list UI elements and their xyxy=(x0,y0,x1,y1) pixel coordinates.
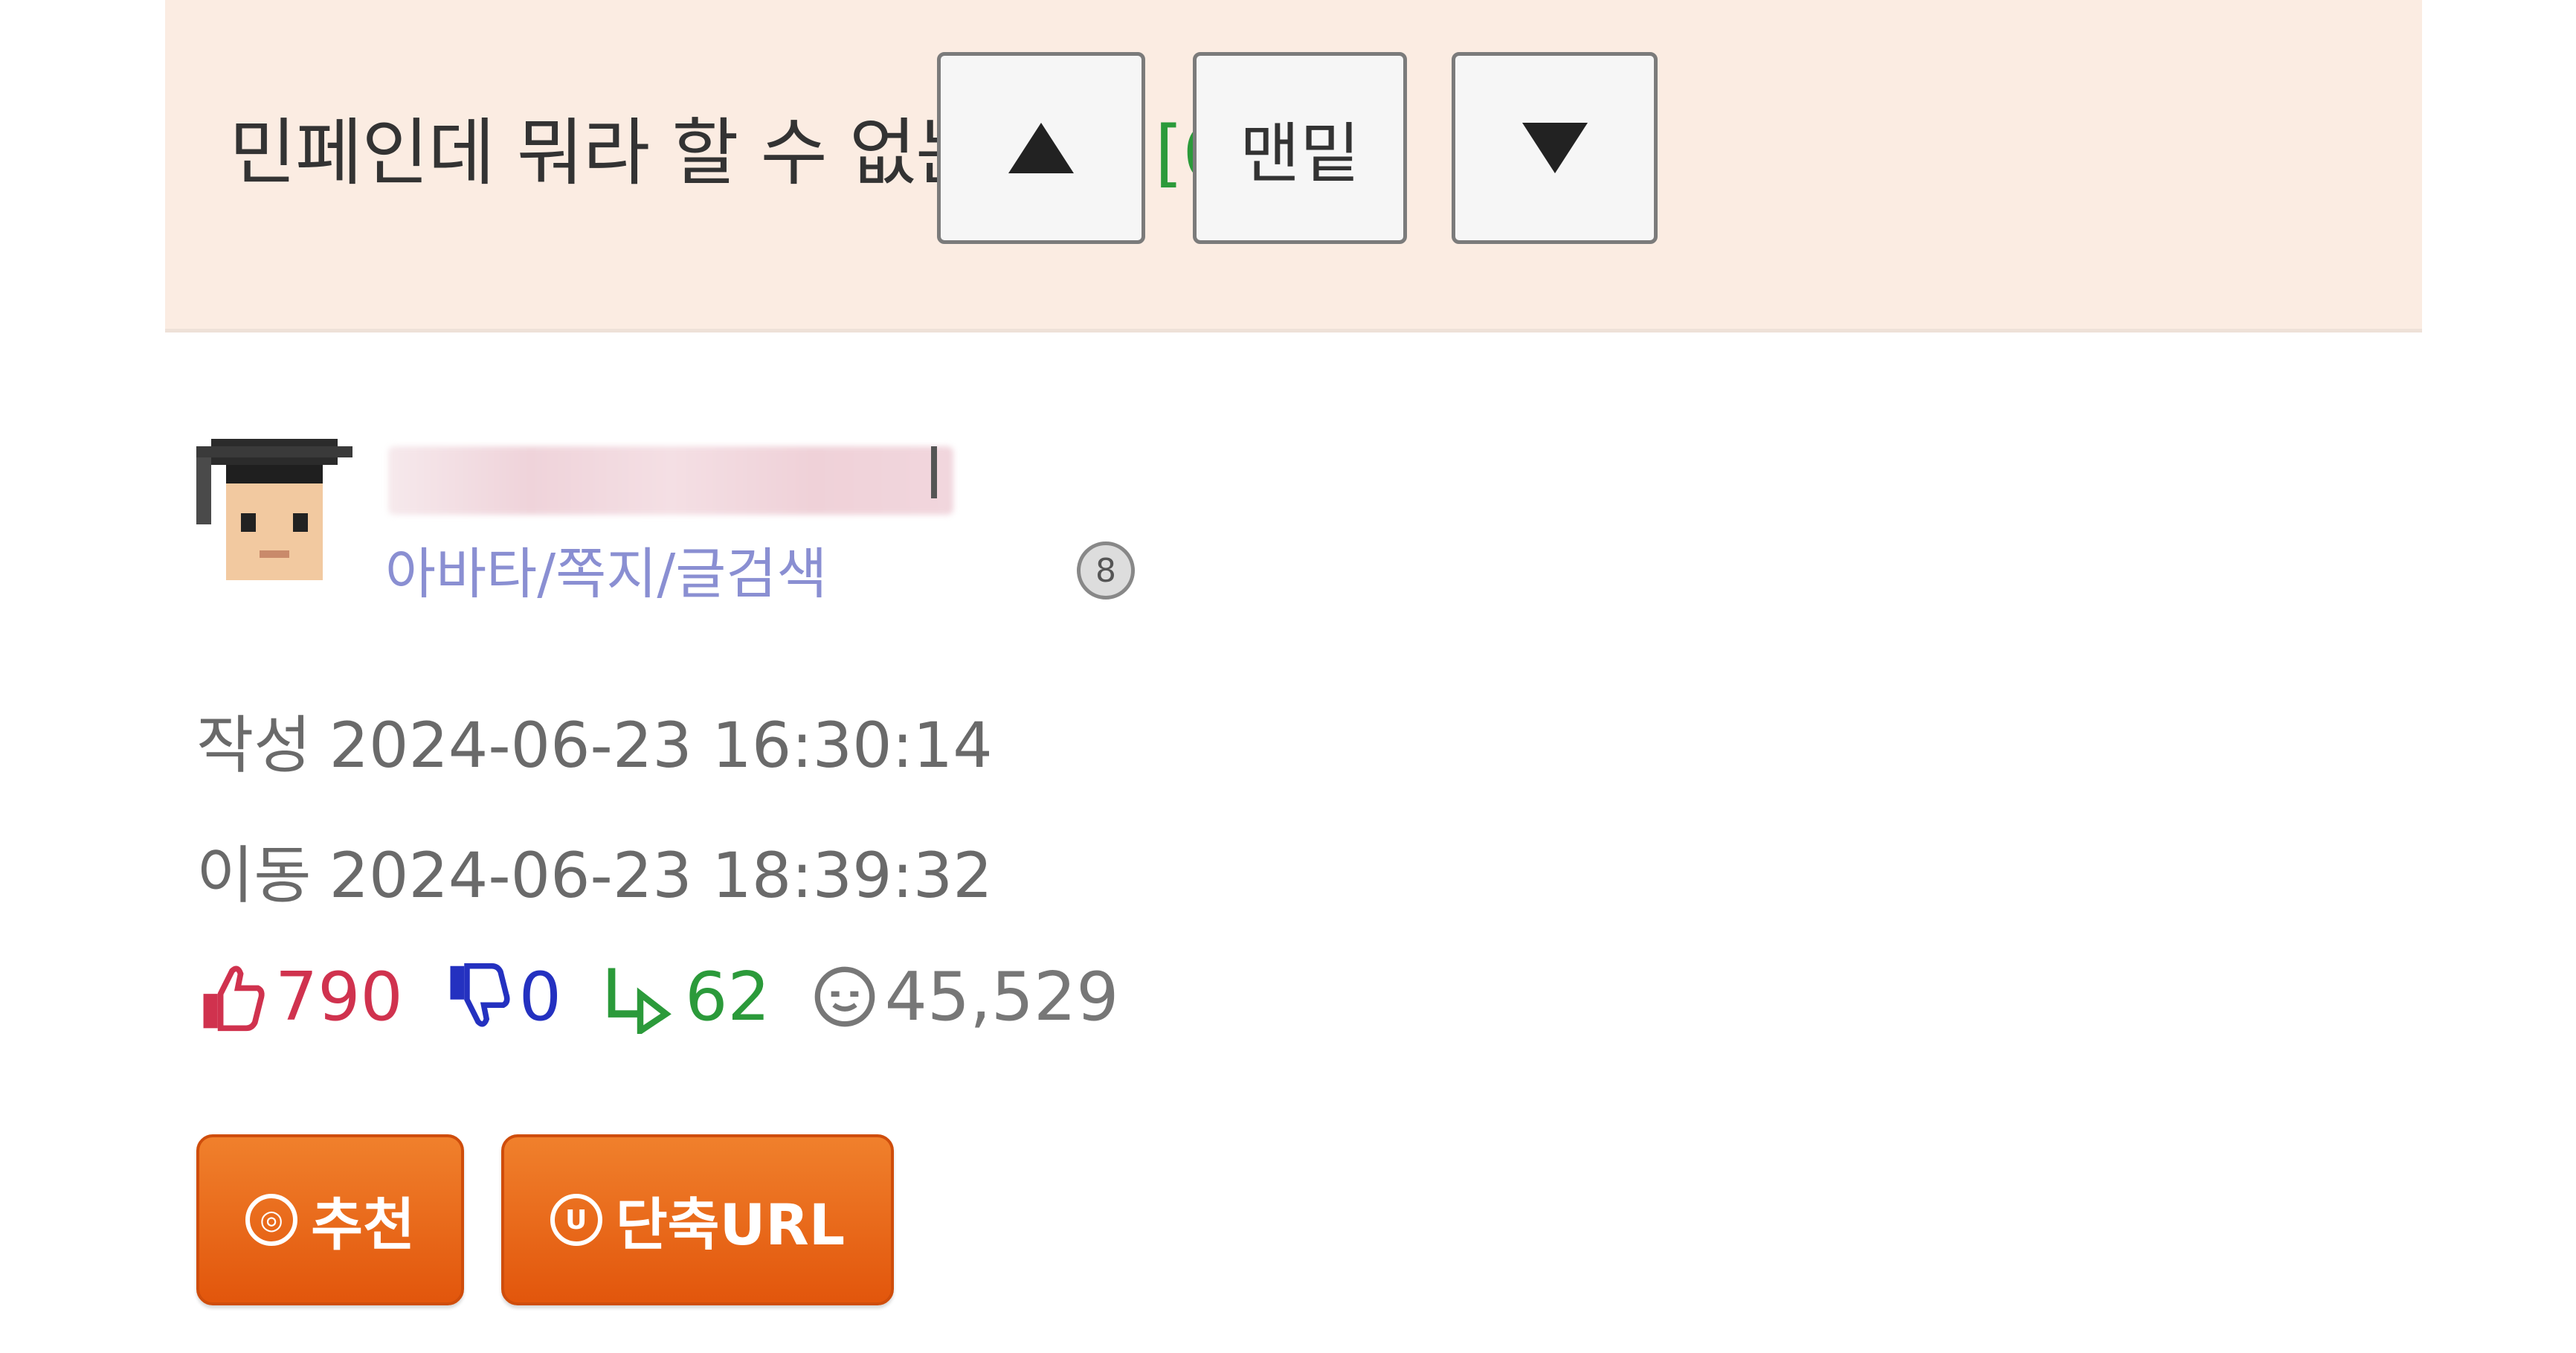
moved-time: 2024-06-23 18:39:32 xyxy=(329,839,993,912)
moved-label: 이동 xyxy=(196,839,312,912)
recommend-label: 추천 xyxy=(311,1192,415,1258)
view-stat: 45,529 xyxy=(812,958,1119,1036)
moved-time-row: 이동 2024-06-23 18:39:32 xyxy=(196,826,993,916)
upvote-count: 790 xyxy=(275,957,403,1036)
view-face-icon xyxy=(814,966,875,1027)
reply-count: 62 xyxy=(685,957,770,1036)
post-header: 민페인데 뭐라 할 수 없는 상황[62] 맨밑 xyxy=(165,0,2422,332)
written-time-row: 작성 2024-06-23 16:30:14 xyxy=(196,695,993,785)
downvote-count: 0 xyxy=(518,957,562,1036)
thumbs-down-icon xyxy=(450,963,510,1027)
downvote-stat: 0 xyxy=(445,958,561,1036)
level-badge-icon: 8 xyxy=(1077,541,1135,600)
short-url-button[interactable]: U 단축URL xyxy=(501,1134,894,1305)
recommend-button[interactable]: ◎ 추천 xyxy=(196,1134,464,1305)
triangle-down-icon xyxy=(1522,123,1588,173)
scroll-up-button[interactable] xyxy=(937,52,1145,244)
author-nickname-redacted xyxy=(388,446,953,515)
reply-arrow-icon xyxy=(608,968,672,1034)
nickname-edge xyxy=(931,446,937,498)
scroll-bottom-button[interactable]: 맨밑 xyxy=(1193,52,1407,244)
author-avatar[interactable] xyxy=(196,439,352,602)
short-url-circle-icon: U xyxy=(550,1194,602,1246)
author-menu-link[interactable]: 아바타/쪽지/글검색 xyxy=(385,530,828,609)
recommend-circle-icon: ◎ xyxy=(245,1194,298,1246)
triangle-up-icon xyxy=(1008,123,1074,173)
short-url-label: 단축URL xyxy=(615,1192,846,1258)
written-time: 2024-06-23 16:30:14 xyxy=(329,709,993,782)
written-label: 작성 xyxy=(196,709,312,782)
post-stats: 790 0 62 45,529 xyxy=(196,952,1161,1041)
upvote-stat: 790 xyxy=(196,958,403,1036)
thumbs-up-icon xyxy=(203,965,265,1032)
view-count: 45,529 xyxy=(884,957,1119,1036)
reply-stat: 62 xyxy=(603,958,770,1036)
scroll-down-button[interactable] xyxy=(1452,52,1658,244)
post-view: 민페인데 뭐라 할 수 없는 상황[62] 맨밑 아바타/쪽지/글검색 8 작성… xyxy=(165,0,2422,1353)
